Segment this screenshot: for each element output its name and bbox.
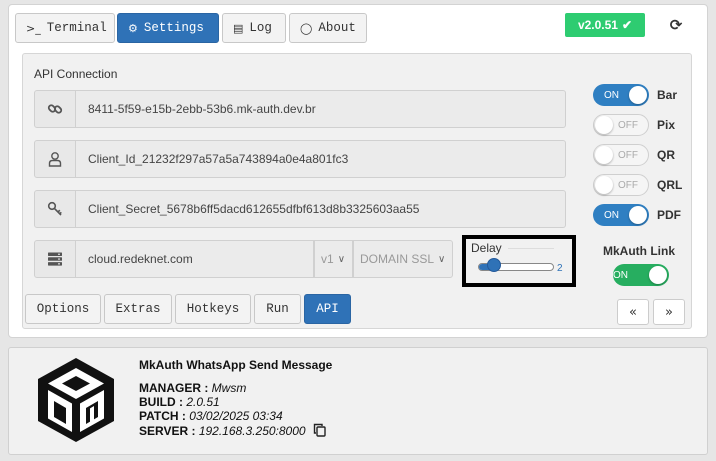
mikrotik-logo-icon xyxy=(30,354,122,449)
tab-run[interactable]: Run xyxy=(254,294,301,324)
server-icon xyxy=(34,240,76,278)
mkauth-link-toggle[interactable]: ON xyxy=(613,264,669,286)
url-field[interactable]: 8411-5f59-e15b-2ebb-53b6.mk-auth.dev.br xyxy=(76,90,566,128)
client-secret-field[interactable]: Client_Secret_5678b6ff5dacd612655dfbf613… xyxy=(76,190,566,228)
api-version-value: v1 xyxy=(321,252,334,266)
toggle-row-pix: OFF Pix xyxy=(593,114,675,136)
next-page-button[interactable]: » xyxy=(653,299,685,325)
chevron-down-icon: ∨ xyxy=(337,253,346,265)
about-card: MkAuth WhatsApp Send Message MANAGER : M… xyxy=(8,347,708,455)
key-icon xyxy=(34,190,76,228)
server-value: 192.168.3.250:8000 xyxy=(198,424,306,438)
chevron-down-icon: ∨ xyxy=(438,253,446,265)
toggle-state: OFF xyxy=(618,179,638,191)
refresh-icon[interactable]: ⟳ xyxy=(665,14,687,36)
tab-terminal[interactable]: >_ Terminal xyxy=(15,13,115,43)
tab-extras[interactable]: Extras xyxy=(104,294,172,324)
toggle-state: OFF xyxy=(618,119,638,131)
panel-title: API Connection xyxy=(34,67,118,81)
toggle-state: ON xyxy=(604,89,619,101)
version-badge[interactable]: v2.0.51 ✔ xyxy=(565,13,645,37)
user-icon xyxy=(34,140,76,178)
about-title: MkAuth WhatsApp Send Message xyxy=(139,358,333,372)
patch-label: PATCH : xyxy=(139,409,186,423)
toggle-row-qr: OFF QR xyxy=(593,144,675,166)
terminal-icon: >_ xyxy=(26,21,41,35)
toggle-bar[interactable]: ON xyxy=(593,84,649,106)
tab-hotkeys[interactable]: Hotkeys xyxy=(175,294,251,324)
manager-label: MANAGER : xyxy=(139,381,209,395)
toggle-label-qr: QR xyxy=(657,148,675,162)
tab-terminal-label: Terminal xyxy=(46,21,107,35)
toggle-qrl[interactable]: OFF xyxy=(593,174,649,196)
version-label: v2.0.51 xyxy=(577,18,618,32)
mkauth-link-state: ON xyxy=(613,269,628,281)
tab-settings-label: Settings xyxy=(143,21,204,35)
about-info: MkAuth WhatsApp Send Message MANAGER : M… xyxy=(139,358,332,440)
api-version-select[interactable]: v1 ∨ xyxy=(314,240,353,278)
divider xyxy=(508,248,554,249)
build-label: BUILD : xyxy=(139,395,183,409)
toggle-pdf[interactable]: ON xyxy=(593,204,649,226)
delay-value: 2 xyxy=(557,263,563,274)
manager-value: Mwsm xyxy=(211,381,247,395)
list-icon: ▤ xyxy=(233,21,244,35)
toggle-knob xyxy=(595,176,613,194)
copy-icon[interactable] xyxy=(313,423,326,440)
toggle-row-qrl: OFF QRL xyxy=(593,174,682,196)
tab-log-label: Log xyxy=(249,21,272,35)
mkauth-link-label: MkAuth Link xyxy=(603,244,675,258)
gears-icon: ⚙ xyxy=(128,21,138,35)
build-value: 2.0.51 xyxy=(186,395,220,409)
link-icon xyxy=(34,90,76,128)
ssl-mode-value: DOMAIN SSL xyxy=(360,252,435,266)
tab-about-label: About xyxy=(318,21,356,35)
delay-label: Delay xyxy=(471,241,502,255)
tab-settings[interactable]: ⚙ Settings xyxy=(117,13,219,43)
toggle-knob xyxy=(649,266,667,284)
tab-about[interactable]: ◯ About xyxy=(289,13,367,43)
tab-api[interactable]: API xyxy=(304,294,351,324)
client-id-field[interactable]: Client_Id_21232f297a57a5a743894a0e4a801f… xyxy=(76,140,566,178)
settings-card: >_ Terminal ⚙ Settings ▤ Log ◯ About v2.… xyxy=(8,4,708,338)
toggle-knob xyxy=(595,116,613,134)
check-icon: ✔ xyxy=(621,18,633,32)
api-panel: API Connection 8411-5f59-e15b-2ebb-53b6.… xyxy=(22,53,692,329)
toggle-row-bar: ON Bar xyxy=(593,84,677,106)
toggle-row-pdf: ON PDF xyxy=(593,204,681,226)
toggle-pix[interactable]: OFF xyxy=(593,114,649,136)
tab-log[interactable]: ▤ Log xyxy=(222,13,286,43)
server-label: SERVER : xyxy=(139,424,196,438)
toggle-label-pdf: PDF xyxy=(657,208,681,222)
toggle-label-qrl: QRL xyxy=(657,178,683,192)
toggle-label-bar: Bar xyxy=(657,88,678,102)
toggle-knob xyxy=(629,86,647,104)
tab-options[interactable]: Options xyxy=(25,294,101,324)
server-field[interactable]: cloud.redeknet.com xyxy=(76,240,314,278)
toggle-qr[interactable]: OFF xyxy=(593,144,649,166)
patch-value: 03/02/2025 03:34 xyxy=(189,409,283,423)
toggle-knob xyxy=(629,206,647,224)
toggle-knob xyxy=(595,146,613,164)
comment-icon: ◯ xyxy=(300,21,313,35)
toggle-label-pix: Pix xyxy=(657,118,676,132)
prev-page-button[interactable]: « xyxy=(617,299,649,325)
delay-control: Delay 2 xyxy=(462,235,576,287)
toggle-state: OFF xyxy=(618,149,638,161)
ssl-mode-select[interactable]: DOMAIN SSL ∨ xyxy=(353,240,453,278)
toggle-state: ON xyxy=(604,209,619,221)
